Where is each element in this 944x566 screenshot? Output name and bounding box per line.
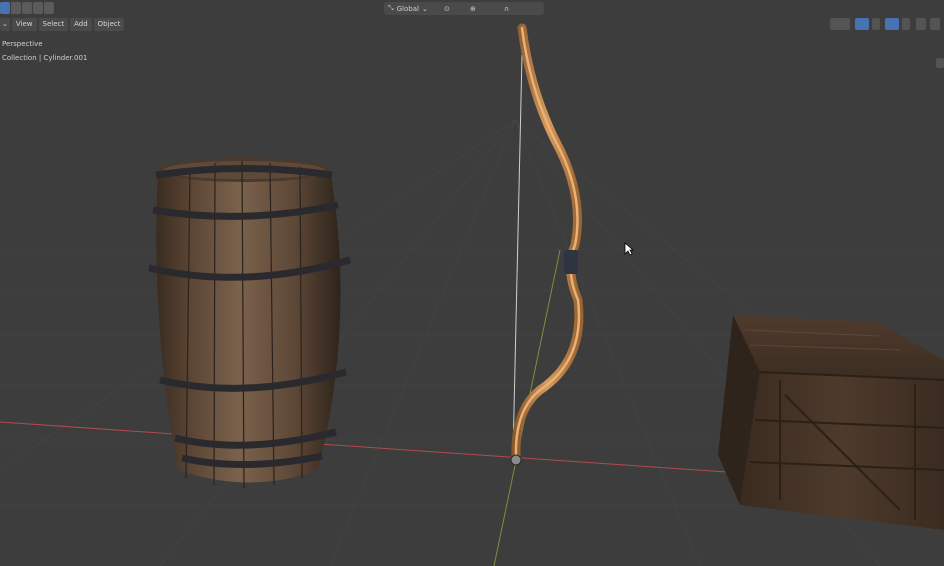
sidebar-toggle-icon[interactable] xyxy=(936,58,944,68)
crate-object xyxy=(718,315,944,530)
viewport-gizmo-toggle[interactable] xyxy=(830,18,850,30)
face-select-icon[interactable] xyxy=(22,2,32,14)
3d-viewport[interactable]: ⤡ Global ⌄ ⊙ ⊕ ∩ ⌄ View Select Add Objec… xyxy=(0,0,944,566)
view-name-label: Perspective xyxy=(2,40,43,48)
overlay-toggle-icon[interactable] xyxy=(855,18,869,30)
menu-select[interactable]: Select xyxy=(38,18,69,31)
vertex-select-icon[interactable] xyxy=(0,2,10,14)
edge-select-icon[interactable] xyxy=(11,2,21,14)
mode-extra-icon[interactable] xyxy=(33,2,43,14)
barrel-object xyxy=(148,158,351,489)
snap-dropdown[interactable]: ⊕ xyxy=(466,2,504,15)
viewport-menu: ⌄ View Select Add Object xyxy=(0,18,125,31)
menu-view[interactable]: View xyxy=(11,18,37,31)
mouse-pointer-icon xyxy=(624,242,634,256)
transform-orientation-dropdown[interactable]: ⤡ Global ⌄ xyxy=(384,2,444,15)
viewport-header: ⤡ Global ⌄ ⊙ ⊕ ∩ xyxy=(0,0,944,68)
overlay-dropdown-icon[interactable] xyxy=(872,18,880,30)
shading-dropdown-icon[interactable] xyxy=(902,18,910,30)
xray-toggle-icon[interactable] xyxy=(885,18,899,30)
orientation-label: Global xyxy=(396,4,419,13)
snap-icon: ⊕ xyxy=(470,4,476,13)
menu-object[interactable]: Object xyxy=(93,18,125,31)
editor-type-icon[interactable]: ⌄ xyxy=(0,18,10,31)
menu-add[interactable]: Add xyxy=(70,18,92,31)
collection-label: Collection | Cylinder.001 xyxy=(2,54,88,62)
wireframe-shading-icon[interactable] xyxy=(916,18,926,30)
mode-extra2-icon[interactable] xyxy=(44,2,54,14)
bow-object xyxy=(510,23,584,466)
solid-shading-icon[interactable] xyxy=(930,18,940,30)
orientation-icon: ⤡ xyxy=(388,4,394,12)
pivot-icon: ⊙ xyxy=(444,4,450,13)
proportional-edit-dropdown[interactable]: ∩ xyxy=(500,2,544,15)
scene-canvas[interactable] xyxy=(0,0,944,566)
select-mode-group[interactable] xyxy=(0,2,54,14)
proportional-edit-icon: ∩ xyxy=(504,4,510,13)
chevron-down-icon: ⌄ xyxy=(421,4,428,13)
